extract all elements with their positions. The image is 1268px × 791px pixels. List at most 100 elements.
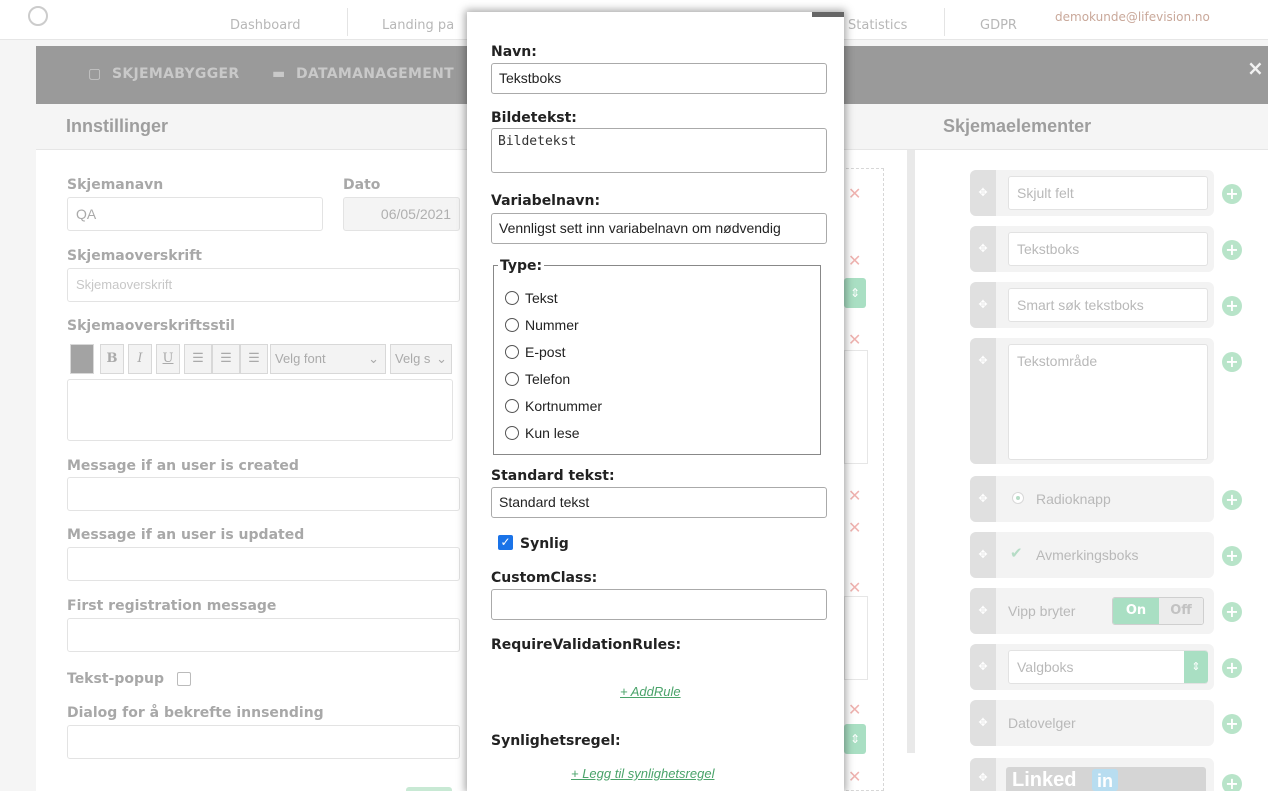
radio-option-number[interactable]: Nummer — [505, 317, 579, 333]
element-smart-search[interactable]: ✥ Smart søk tekstboks — [970, 282, 1214, 328]
element-toggle[interactable]: ✥ Vipp bryter On Off — [970, 588, 1214, 634]
nav-gdpr[interactable]: GDPR — [980, 18, 1017, 33]
select-arrow-icon[interactable]: ⇕ — [1184, 651, 1208, 683]
drag-handle-icon[interactable]: ✥ — [970, 226, 996, 272]
msg-updated-input[interactable] — [67, 547, 460, 581]
add-icon[interactable]: + — [1222, 352, 1242, 372]
element-textbox[interactable]: ✥ Tekstboks — [970, 226, 1214, 272]
first-registration-input[interactable] — [67, 618, 460, 652]
size-select-value: Velg s — [395, 351, 431, 366]
caption-label: Bildetekst: — [491, 110, 577, 126]
canvas-textarea[interactable] — [844, 350, 868, 464]
radio-option-read-only[interactable]: Kun lese — [505, 425, 579, 441]
select-arrow-icon[interactable]: ⇕ — [844, 278, 866, 308]
radio-option-card-number[interactable]: Kortnummer — [505, 398, 602, 414]
text-popup-checkbox[interactable] — [177, 672, 191, 686]
radio-icon[interactable] — [505, 345, 519, 359]
confirm-dialog-input[interactable] — [67, 725, 460, 759]
font-select[interactable]: Velg font ⌄ — [270, 344, 386, 374]
add-icon[interactable]: + — [1222, 240, 1242, 260]
add-icon[interactable]: + — [1222, 490, 1242, 510]
radio-icon[interactable] — [505, 399, 519, 413]
element-hidden-field[interactable]: ✥ Skjult felt — [970, 170, 1214, 216]
drag-handle-icon[interactable]: ✥ — [970, 758, 996, 791]
save-button[interactable] — [406, 787, 452, 791]
close-icon[interactable]: × — [1247, 56, 1264, 80]
drag-handle-icon[interactable]: ✥ — [970, 532, 996, 578]
radio-icon[interactable] — [505, 318, 519, 332]
underline-button[interactable]: U — [156, 344, 180, 374]
delete-icon[interactable]: ✕ — [848, 330, 861, 349]
tab-data-management[interactable]: DATAMANAGEMENT — [296, 66, 454, 82]
delete-icon[interactable]: ✕ — [848, 251, 861, 270]
nav-statistics[interactable]: Statistics — [848, 18, 907, 33]
radio-option-email[interactable]: E-post — [505, 344, 565, 360]
add-icon[interactable]: + — [1222, 774, 1242, 791]
caption-textarea[interactable]: Bildetekst — [491, 128, 827, 173]
linkedin-icon: in — [1092, 769, 1118, 791]
add-icon[interactable]: + — [1222, 184, 1242, 204]
radio-option-phone[interactable]: Telefon — [505, 371, 570, 387]
element-label: Radioknapp — [1036, 491, 1111, 507]
tab-form-builder[interactable]: SKJEMABYGGER — [112, 66, 239, 82]
custom-class-input[interactable] — [491, 589, 827, 620]
toggle-off[interactable]: Off — [1159, 598, 1203, 624]
align-center-icon[interactable]: ☰ — [212, 344, 240, 374]
tab-form-builder-icon: ▢ — [88, 66, 102, 82]
radio-icon[interactable] — [505, 291, 519, 305]
variable-name-input[interactable]: Vennligst sett inn variabelnavn om nødve… — [491, 213, 827, 244]
element-textarea[interactable]: ✥ Tekstområde — [970, 338, 1214, 464]
bold-button[interactable]: B — [100, 344, 124, 374]
drag-handle-icon[interactable]: ✥ — [970, 700, 996, 746]
delete-icon[interactable]: ✕ — [848, 578, 861, 597]
nav-landing-page[interactable]: Landing pa — [382, 18, 454, 33]
radio-icon[interactable] — [505, 372, 519, 386]
heading-input[interactable]: Skjemaoverskrift — [67, 268, 460, 302]
align-right-icon[interactable]: ☰ — [240, 344, 268, 374]
default-text-input[interactable]: Standard tekst — [491, 487, 827, 518]
delete-icon[interactable]: ✕ — [848, 700, 861, 719]
toggle-switch[interactable]: On Off — [1112, 597, 1204, 625]
element-radio[interactable]: ✥ Radioknapp — [970, 476, 1214, 522]
radio-option-text[interactable]: Tekst — [505, 290, 558, 306]
add-visibility-rule-link[interactable]: + Legg til synlighetsregel — [571, 766, 714, 781]
add-icon[interactable]: + — [1222, 714, 1242, 734]
date-input[interactable]: 06/05/2021 — [343, 197, 460, 231]
nav-dashboard[interactable]: Dashboard — [230, 18, 301, 33]
delete-icon[interactable]: ✕ — [848, 184, 861, 203]
element-linkedin[interactable]: ✥ Linked in — [970, 758, 1214, 791]
element-checkbox[interactable]: ✥ ✔ Avmerkingsboks — [970, 532, 1214, 578]
add-rule-link[interactable]: + AddRule — [620, 684, 681, 699]
user-email[interactable]: demokunde@lifevision.no — [1055, 10, 1210, 24]
radio-icon[interactable] — [505, 426, 519, 440]
visible-checkbox[interactable]: ✓ — [498, 535, 513, 550]
toggle-on[interactable]: On — [1113, 598, 1159, 624]
text-color-button[interactable] — [70, 344, 94, 374]
italic-button[interactable]: I — [128, 344, 152, 374]
msg-created-input[interactable] — [67, 477, 460, 511]
add-icon[interactable]: + — [1222, 546, 1242, 566]
heading-style-editor[interactable] — [67, 379, 453, 441]
scrollbar[interactable] — [907, 150, 915, 753]
size-select[interactable]: Velg s ⌄ — [390, 344, 452, 374]
delete-icon[interactable]: ✕ — [848, 767, 861, 786]
element-datepicker[interactable]: ✥ Datovelger — [970, 700, 1214, 746]
drag-handle-icon[interactable]: ✥ — [970, 282, 996, 328]
drag-handle-icon[interactable]: ✥ — [970, 588, 996, 634]
add-icon[interactable]: + — [1222, 658, 1242, 678]
drag-handle-icon[interactable]: ✥ — [970, 170, 996, 216]
select-arrow-icon[interactable]: ⇕ — [844, 724, 866, 754]
element-select[interactable]: ✥ Valgboks ⇕ — [970, 644, 1214, 690]
name-input[interactable]: Tekstboks — [491, 63, 827, 94]
align-left-icon[interactable]: ☰ — [184, 344, 212, 374]
add-icon[interactable]: + — [1222, 602, 1242, 622]
add-icon[interactable]: + — [1222, 296, 1242, 316]
delete-icon[interactable]: ✕ — [848, 518, 861, 537]
form-name-input[interactable]: QA — [67, 197, 323, 231]
radio-label: Nummer — [525, 317, 579, 333]
delete-icon[interactable]: ✕ — [848, 486, 861, 505]
canvas-field[interactable] — [844, 596, 868, 680]
drag-handle-icon[interactable]: ✥ — [970, 476, 996, 522]
drag-handle-icon[interactable]: ✥ — [970, 644, 996, 690]
drag-handle-icon[interactable]: ✥ — [970, 338, 996, 464]
